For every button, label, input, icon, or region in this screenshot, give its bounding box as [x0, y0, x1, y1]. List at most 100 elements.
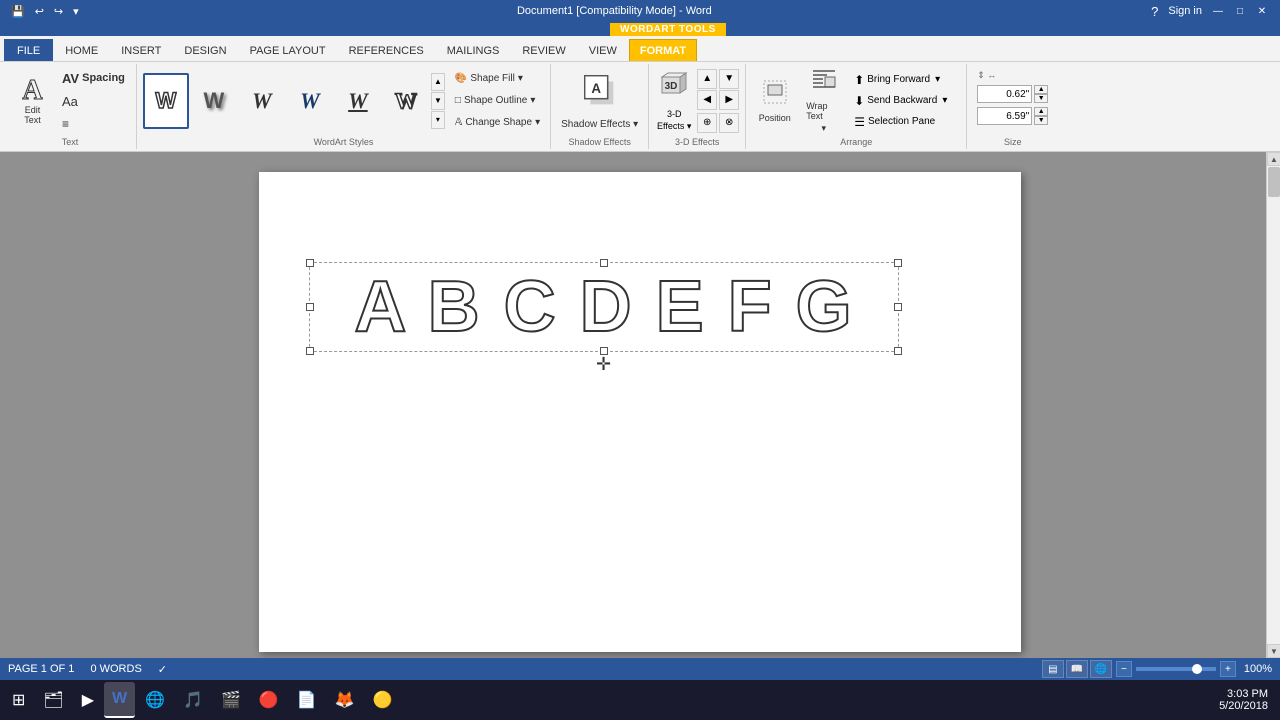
save-icon[interactable]: 💾	[8, 5, 28, 18]
wordart-container[interactable]: A B C D E F G ✛	[309, 262, 899, 352]
shape-outline-icon: □	[455, 95, 461, 106]
shape-outline-dropdown-icon[interactable]: ▾	[530, 95, 535, 106]
signin-link[interactable]: Sign in	[1168, 5, 1202, 17]
tab-page-layout[interactable]: PAGE LAYOUT	[239, 39, 337, 61]
zoom-slider[interactable]	[1136, 667, 1216, 671]
close-button[interactable]: ✕	[1252, 3, 1272, 19]
tab-file[interactable]: FILE	[4, 39, 53, 61]
wordart-style-5[interactable]: W	[335, 73, 381, 129]
tab-insert[interactable]: INSERT	[110, 39, 172, 61]
wordart-styles-label: WordArt Styles	[314, 135, 374, 147]
shape-fill-dropdown-icon[interactable]: ▾	[518, 73, 523, 84]
size-expand-icon: ⇕ ↔	[977, 70, 1048, 81]
wordart-style-1[interactable]: W	[143, 73, 189, 129]
move-cursor-icon[interactable]: ✛	[596, 354, 611, 375]
handle-top-middle[interactable]	[600, 259, 608, 267]
tab-review[interactable]: REVIEW	[511, 39, 576, 61]
word-taskbar-button[interactable]: W	[104, 682, 135, 718]
wordart-styles-content: W W W W W W ▲ ▼ ▾ 🎨 Shape Fill	[143, 66, 544, 135]
gallery-down-button[interactable]: ▼	[431, 92, 445, 110]
width-spinner: ▲ ▼	[1034, 107, 1048, 125]
shape-outline-button[interactable]: □ Shape Outline ▾	[451, 91, 544, 111]
handle-top-right[interactable]	[894, 259, 902, 267]
help-icon[interactable]: ?	[1151, 4, 1158, 19]
minimize-button[interactable]: —	[1208, 3, 1228, 19]
wordart-style-4[interactable]: W	[287, 73, 333, 129]
position-button[interactable]: Position	[752, 71, 797, 131]
music-button[interactable]: 🎵	[175, 682, 211, 718]
direction-btn[interactable]: ⊗	[719, 113, 739, 133]
pdf-button[interactable]: 📄	[289, 682, 325, 718]
wordart-style-3[interactable]: W	[239, 73, 285, 129]
selection-pane-button[interactable]: ☰ Selection Pane	[850, 112, 960, 132]
threed-label: 3-D Effects	[675, 135, 719, 147]
wordart-style-2[interactable]: W	[191, 73, 237, 129]
threed-effects-btn1[interactable]: 3D 3-D Effects ▾	[655, 73, 693, 128]
wrap-text-button[interactable]: Wrap Text ▾	[801, 71, 846, 131]
file-explorer-button[interactable]: 🗂	[35, 682, 71, 718]
undo-icon[interactable]: ↩	[32, 5, 47, 18]
gallery-expand-button[interactable]: ▾	[431, 111, 445, 129]
tab-references[interactable]: REFERENCES	[338, 39, 435, 61]
tab-design[interactable]: DESIGN	[173, 39, 237, 61]
tab-home[interactable]: HOME	[54, 39, 109, 61]
scroll-up-button[interactable]: ▲	[1267, 152, 1280, 166]
handle-bottom-right[interactable]	[894, 347, 902, 355]
bring-forward-button[interactable]: ⬆ Bring Forward ▾	[850, 70, 960, 90]
maximize-button[interactable]: □	[1230, 3, 1250, 19]
shadow-effects-icon[interactable]: A	[578, 69, 622, 113]
size-group-content: ⇕ ↔ ▲ ▼ ▲ ▼	[973, 66, 1052, 129]
gallery-up-button[interactable]: ▲	[431, 73, 445, 91]
tilt-right-button[interactable]: ▶	[719, 90, 739, 110]
spacing-button[interactable]: AV Spacing	[57, 68, 130, 89]
height-spin-up[interactable]: ▲	[1034, 85, 1048, 94]
window-controls: — □ ✕	[1208, 3, 1272, 19]
scroll-down-button[interactable]: ▼	[1267, 644, 1280, 658]
start-button[interactable]: ⊞	[4, 682, 33, 718]
tab-mailings[interactable]: MAILINGS	[436, 39, 511, 61]
normal-view-button[interactable]: ▤	[1042, 660, 1064, 678]
tab-view[interactable]: VIEW	[578, 39, 628, 61]
firefox-button[interactable]: 🦊	[327, 682, 363, 718]
wordart-text[interactable]: A B C D E F G	[354, 266, 853, 348]
app1-button[interactable]: 🔴	[251, 682, 287, 718]
handle-top-left[interactable]	[306, 259, 314, 267]
width-input[interactable]	[977, 107, 1032, 125]
aa-button[interactable]: Aa	[57, 91, 130, 112]
video-button[interactable]: 🎬	[213, 682, 249, 718]
tilt-down-button[interactable]: ▼	[719, 69, 739, 89]
height-input[interactable]	[977, 85, 1032, 103]
scroll-thumb[interactable]	[1268, 167, 1280, 197]
change-shape-dropdown-icon[interactable]: ▾	[535, 117, 540, 128]
tab-format[interactable]: FORMAT	[629, 39, 697, 61]
zoom-out-button[interactable]: −	[1116, 661, 1132, 677]
shape-fill-button[interactable]: 🎨 Shape Fill ▾	[451, 69, 544, 89]
app2-button[interactable]: 🟡	[365, 682, 401, 718]
web-view-button[interactable]: 🌐	[1090, 660, 1112, 678]
media-player-button[interactable]: ▶	[74, 682, 102, 718]
chrome-button[interactable]: 🌐	[137, 682, 173, 718]
ribbon-group-wordart-styles: W W W W W W ▲ ▼ ▾ 🎨 Shape Fill	[137, 64, 551, 149]
zoom-thumb[interactable]	[1192, 664, 1202, 674]
redo-icon[interactable]: ↪	[51, 5, 66, 18]
tilt-left-button[interactable]: ◀	[697, 90, 717, 110]
zoom-in-button[interactable]: +	[1220, 661, 1236, 677]
wordart-style-6[interactable]: W	[383, 73, 429, 129]
shadow-effects-button[interactable]: Shadow Effects ▾	[557, 117, 642, 132]
align-button[interactable]: ≡	[57, 114, 130, 134]
handle-middle-right[interactable]	[894, 303, 902, 311]
depth-btn[interactable]: ⊕	[697, 113, 717, 133]
width-spin-up[interactable]: ▲	[1034, 107, 1048, 116]
customize-icon[interactable]: ▾	[70, 5, 82, 18]
handle-bottom-left[interactable]	[306, 347, 314, 355]
handle-middle-left[interactable]	[306, 303, 314, 311]
ribbon-group-3d: 3D 3-D Effects ▾ ▲ ▼ ◀ ▶ ⊕ ⊗	[649, 64, 746, 149]
width-spin-down[interactable]: ▼	[1034, 116, 1048, 125]
edit-text-button[interactable]: A Edit Text	[10, 71, 55, 131]
send-backward-button[interactable]: ⬇ Send Backward ▾	[850, 91, 960, 111]
proofing-icon[interactable]: ✓	[158, 663, 167, 676]
tilt-up-button[interactable]: ▲	[697, 69, 717, 89]
reading-view-button[interactable]: 📖	[1066, 660, 1088, 678]
height-spin-down[interactable]: ▼	[1034, 94, 1048, 103]
change-shape-button[interactable]: 𝔸 Change Shape ▾	[451, 113, 544, 133]
